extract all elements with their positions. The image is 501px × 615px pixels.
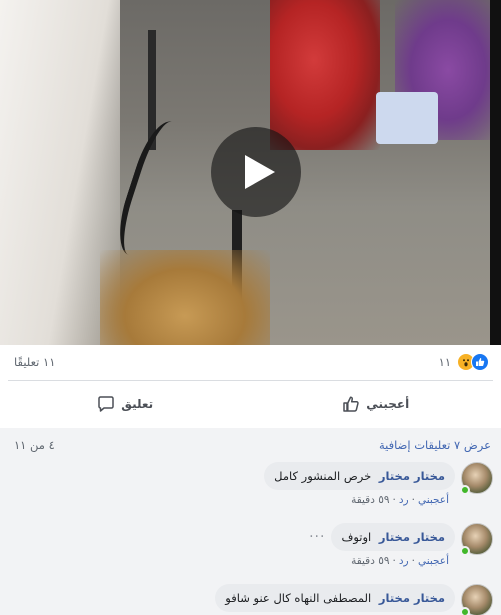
comment-options-icon[interactable]: ··· — [309, 529, 325, 545]
comment-like-link[interactable]: أعجبني — [418, 494, 449, 506]
comment-reply-link[interactable]: رد — [399, 555, 409, 567]
video-player[interactable] — [0, 0, 501, 345]
reactions-count: ١١ — [438, 354, 451, 369]
online-status-icon — [460, 485, 470, 495]
comments-panel: ٤ من ١١ عرض ٧ تعليقات إضافية مختار مختار… — [0, 428, 501, 615]
video-frame-bag — [376, 92, 438, 144]
like-icon — [471, 352, 489, 371]
like-button[interactable]: أعجبني — [251, 386, 501, 422]
comment-button[interactable]: تعليق — [0, 386, 251, 422]
comments-header: ٤ من ١١ عرض ٧ تعليقات إضافية — [14, 436, 491, 454]
comment-time[interactable]: ٥٩ دقيقة — [351, 494, 389, 506]
comment-text: خرص المنشور كامل — [274, 469, 372, 483]
comment-text: اوتوف — [341, 530, 372, 544]
avatar[interactable] — [460, 462, 493, 495]
comment-body: مختار مختار اوتوف ··· أعجبني·رد·٥٩ دقيقة — [309, 523, 455, 567]
comment-bubble-row: مختار مختار خرص المنشور كامل — [264, 462, 455, 490]
post-action-bar: تعليق أعجبني — [0, 386, 501, 422]
comment-time[interactable]: ٥٩ دقيقة — [351, 555, 389, 567]
comment-like-link[interactable]: أعجبني — [418, 555, 449, 567]
comments-count[interactable]: ١١ تعليقًا — [14, 355, 55, 369]
comment-meta: أعجبني·رد·٥٩ دقيقة — [351, 555, 449, 567]
comment-bubble: مختار مختار المصطفى النهاه كال عنو شافو — [215, 584, 455, 612]
video-frame-cable — [109, 115, 201, 265]
comment-meta: أعجبني·رد·٥٩ دقيقة — [351, 494, 449, 506]
video-frame-figure — [270, 0, 380, 150]
view-more-comments-link[interactable]: عرض ٧ تعليقات إضافية — [379, 438, 491, 452]
online-status-icon — [460, 546, 470, 556]
comment-reply-link[interactable]: رد — [399, 494, 409, 506]
play-icon — [245, 155, 275, 189]
comment-item: مختار مختار المصطفى النهاه كال عنو شافو — [215, 584, 493, 615]
play-button[interactable] — [211, 127, 301, 217]
comment-author[interactable]: مختار مختار — [379, 591, 445, 605]
comment-bubble-row: مختار مختار المصطفى النهاه كال عنو شافو — [215, 584, 455, 612]
comment-author[interactable]: مختار مختار — [379, 469, 445, 483]
comment-button-label: تعليق — [121, 397, 154, 411]
like-button-label: أعجبني — [366, 397, 410, 411]
comment-bubble: مختار مختار اوتوف — [331, 523, 455, 551]
thumbs-up-icon — [343, 396, 360, 412]
comment-text: المصطفى النهاه كال عنو شافو — [225, 591, 372, 605]
comment-item: مختار مختار اوتوف ··· أعجبني·رد·٥٩ دقيقة — [309, 523, 493, 567]
comment-item: مختار مختار خرص المنشور كامل أعجبني·رد·٥… — [264, 462, 493, 506]
reactions-summary[interactable]: ١١ — [438, 352, 489, 371]
video-frame-edge — [490, 0, 501, 345]
comment-icon — [98, 396, 115, 412]
online-status-icon — [460, 607, 470, 615]
divider — [8, 380, 493, 381]
comments-page-count: ٤ من ١١ — [14, 438, 55, 452]
reactions-summary-bar: ١١ تعليقًا ١١ — [0, 345, 501, 378]
comment-body: مختار مختار المصطفى النهاه كال عنو شافو — [215, 584, 455, 612]
comment-bubble: مختار مختار خرص المنشور كامل — [264, 462, 455, 490]
comment-author[interactable]: مختار مختار — [379, 530, 445, 544]
comment-bubble-row: مختار مختار اوتوف ··· — [309, 523, 455, 551]
comment-body: مختار مختار خرص المنشور كامل أعجبني·رد·٥… — [264, 462, 455, 506]
avatar[interactable] — [460, 584, 493, 615]
video-frame-fur — [100, 250, 270, 345]
reaction-icons — [457, 352, 489, 371]
avatar[interactable] — [460, 523, 493, 556]
